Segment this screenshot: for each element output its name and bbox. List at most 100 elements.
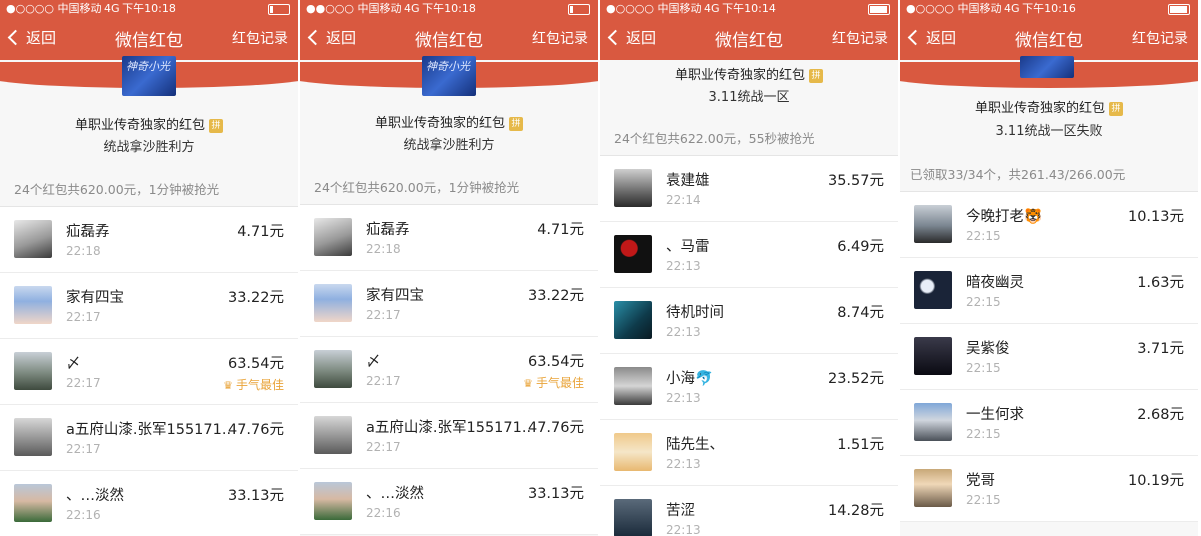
packet-summary: 已领取33/34个，共261.43/266.00元 <box>910 167 1126 182</box>
claim-time: 22:17 <box>366 308 401 322</box>
list-item[interactable]: 待机时间 22:13 8.74元 <box>600 288 898 354</box>
luckiest-badge: ♛ 手气最佳 <box>523 376 584 390</box>
list-item[interactable]: a五府山漆.张军155171... 22:17 47.76元 <box>0 405 298 471</box>
claim-amount: 3.71元 <box>1137 341 1184 357</box>
list-item[interactable]: 袁建雄 22:14 35.57元 <box>600 156 898 222</box>
status-bar: ●○○○○ 中国移动 4G 下午10:18 <box>0 0 298 18</box>
pin-badge: 拼 <box>209 119 223 133</box>
wish-text: 3.11统战一区失败 <box>995 124 1103 139</box>
avatar <box>614 367 652 405</box>
claim-time: 22:17 <box>66 442 101 456</box>
claimer-name: 今晚打老🐯 <box>966 209 1043 225</box>
claimer-name: 待机时间 <box>666 305 724 321</box>
claim-amount: 2.68元 <box>1137 407 1184 423</box>
sender-line: 单职业传奇独家的红包拼 <box>600 64 898 83</box>
list-item[interactable]: 党哥 22:15 10.19元 <box>900 456 1198 522</box>
claimer-name: 疝磊孨 <box>66 224 110 240</box>
nav-bar: 返回 微信红包 红包记录 <box>600 18 898 60</box>
claim-amount: 23.52元 <box>827 371 884 387</box>
list-item[interactable]: 、马雷 22:13 6.49元 <box>600 222 898 288</box>
avatar <box>14 286 52 324</box>
avatar <box>614 235 652 273</box>
sender-name: 单职业传奇独家的红包 <box>974 101 1105 116</box>
pin-badge: 拼 <box>509 117 523 131</box>
avatar <box>14 418 52 456</box>
status-time: 下午10:16 <box>1022 2 1076 15</box>
claim-amount: 6.49元 <box>837 239 884 255</box>
sender-line: 单职业传奇独家的红包拼 <box>900 97 1198 116</box>
avatar <box>314 350 352 388</box>
sender-avatar: 神奇小光 <box>422 56 476 96</box>
avatar <box>14 484 52 522</box>
claimer-name: 、马雷 <box>666 239 710 255</box>
list-item[interactable]: 〆 22:17 63.54元 ♛ 手气最佳 <box>300 337 598 403</box>
claim-time: 22:13 <box>666 523 701 536</box>
sender-name: 单职业传奇独家的红包 <box>374 116 505 131</box>
nav-bar: 返回 微信红包 红包记录 <box>300 18 598 88</box>
sender-avatar: 神奇小光 <box>122 56 176 96</box>
status-bar: ●○○○○ 中国移动 4G 下午10:16 <box>900 0 1198 18</box>
list-item[interactable]: 暗夜幽灵 22:15 1.63元 <box>900 258 1198 324</box>
claim-time: 22:15 <box>966 427 1001 441</box>
claim-time: 22:17 <box>66 376 101 390</box>
claimer-name: 一生何求 <box>966 407 1024 423</box>
avatar <box>314 218 352 256</box>
claim-time: 22:17 <box>366 374 401 388</box>
claim-time: 22:18 <box>366 242 401 256</box>
list-item[interactable]: 、…淡然 22:16 33.13元 <box>300 469 598 535</box>
status-time: 下午10:14 <box>722 2 776 15</box>
claimer-name: 吴紫俊 <box>966 341 1010 357</box>
list-item[interactable]: 小海🐬 22:13 23.52元 <box>600 354 898 420</box>
list-item[interactable]: 一生何求 22:15 2.68元 <box>900 390 1198 456</box>
red-packet-records-link[interactable]: 红包记录 <box>532 28 588 48</box>
status-time: 下午10:18 <box>422 2 476 15</box>
avatar <box>14 220 52 258</box>
list-item[interactable]: 〆 22:17 63.54元 ♛ 手气最佳 <box>0 339 298 405</box>
avatar <box>914 205 952 243</box>
luckiest-badge: ♛ 手气最佳 <box>223 378 284 392</box>
avatar <box>914 271 952 309</box>
claim-amount: 8.74元 <box>837 305 884 321</box>
phone-screen-1: ●○○○○ 中国移动 4G 下午10:18 返回 微信红包 红包记录 神奇小光 … <box>0 0 300 536</box>
list-item[interactable]: 吴紫俊 22:15 3.71元 <box>900 324 1198 390</box>
claim-list: 疝磊孨 22:18 4.71元 家有四宝 22:17 33.22元 〆 22:1… <box>0 206 298 536</box>
claimer-name: 〆 <box>366 354 381 370</box>
list-item[interactable]: 疝磊孨 22:18 4.71元 <box>0 207 298 273</box>
avatar <box>914 403 952 441</box>
list-item[interactable]: a五府山漆.张军155171... 22:17 47.76元 <box>300 403 598 469</box>
claimer-name: 、…淡然 <box>66 488 124 504</box>
sender-line: 单职业传奇独家的红包拼 <box>0 114 298 133</box>
red-packet-records-link[interactable]: 红包记录 <box>832 28 888 48</box>
sender-avatar <box>1020 56 1074 78</box>
status-bar: ●○○○○ 中国移动 4G 下午10:14 <box>600 0 898 18</box>
claim-amount: 1.51元 <box>837 437 884 453</box>
crown-icon: ♛ <box>223 379 233 392</box>
claim-list: 疝磊孨 22:18 4.71元 家有四宝 22:17 33.22元 〆 22:1… <box>300 204 598 535</box>
claim-amount: 63.54元 <box>227 356 284 372</box>
pin-badge: 拼 <box>809 69 823 83</box>
claim-time: 22:13 <box>666 325 701 339</box>
claim-amount: 4.71元 <box>237 224 284 240</box>
claim-amount: 33.13元 <box>227 488 284 504</box>
claim-amount: 4.71元 <box>537 222 584 238</box>
claim-amount: 10.13元 <box>1127 209 1184 225</box>
list-item[interactable]: 家有四宝 22:17 33.22元 <box>0 273 298 339</box>
wish-text: 统战拿沙胜利方 <box>103 140 195 155</box>
list-item[interactable]: 疝磊孨 22:18 4.71元 <box>300 205 598 271</box>
packet-summary: 24个红包共622.00元，55秒被抢光 <box>614 131 815 146</box>
claim-amount: 47.76元 <box>527 420 584 436</box>
red-packet-records-link[interactable]: 红包记录 <box>1132 28 1188 48</box>
avatar <box>614 301 652 339</box>
claim-amount: 14.28元 <box>827 503 884 519</box>
red-packet-records-link[interactable]: 红包记录 <box>232 28 288 48</box>
claimer-name: 党哥 <box>966 473 995 489</box>
claim-amount: 33.13元 <box>527 486 584 502</box>
claim-list: 袁建雄 22:14 35.57元 、马雷 22:13 6.49元 待机时间 22… <box>600 155 898 536</box>
list-item[interactable]: 陆先生、 22:13 1.51元 <box>600 420 898 486</box>
list-item[interactable]: 今晚打老🐯 22:15 10.13元 <box>900 192 1198 258</box>
list-item[interactable]: 、…淡然 22:16 33.13元 <box>0 471 298 536</box>
avatar <box>614 499 652 536</box>
list-item[interactable]: 苦涩 22:13 14.28元 <box>600 486 898 536</box>
list-item[interactable]: 家有四宝 22:17 33.22元 <box>300 271 598 337</box>
claim-time: 22:15 <box>966 229 1001 243</box>
